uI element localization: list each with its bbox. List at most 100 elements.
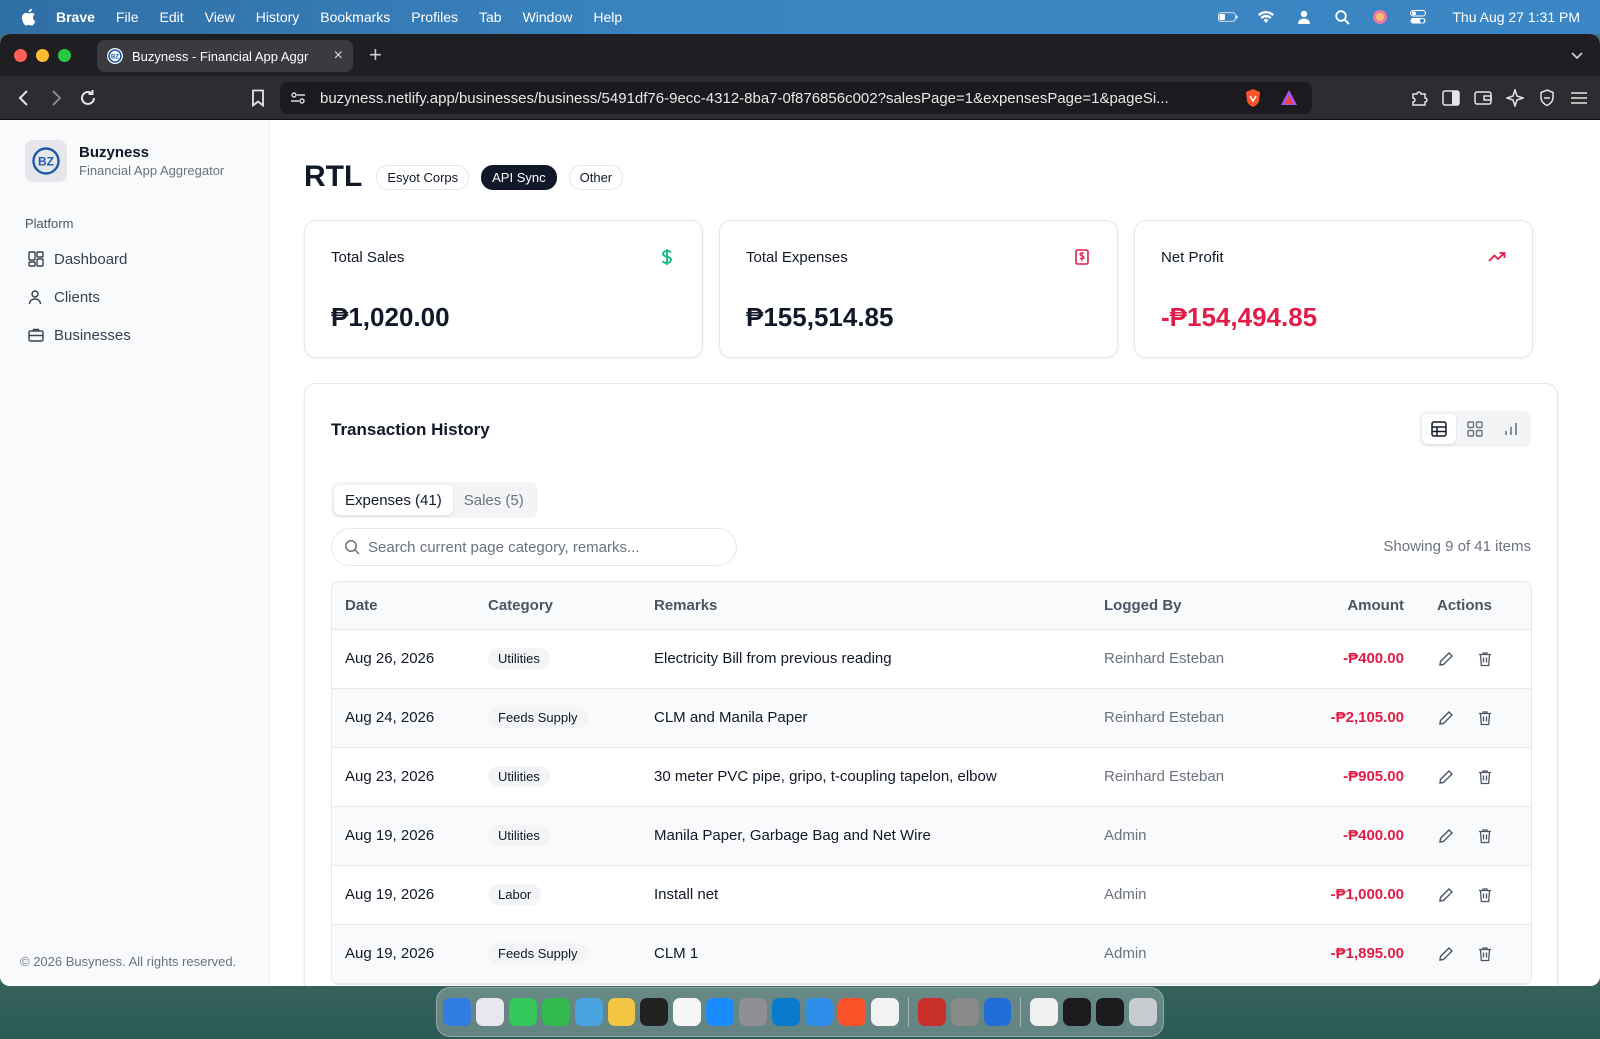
menu-file[interactable]: File (116, 9, 139, 25)
cell-amount: -₱905.00 (1343, 768, 1404, 785)
brave-browser-icon[interactable] (837, 998, 866, 1026)
extensions-puzzle-icon[interactable] (1410, 89, 1428, 107)
menu-help[interactable]: Help (593, 9, 622, 25)
edit-pencil-icon[interactable] (1437, 886, 1455, 904)
back-arrow-icon[interactable] (14, 88, 34, 108)
forward-arrow-icon[interactable] (46, 88, 66, 108)
column-header-date[interactable]: Date (332, 582, 488, 630)
brand[interactable]: BZ Buzyness Financial App Aggregator (25, 140, 269, 182)
sidebar-item-dashboard[interactable]: Dashboard (14, 241, 255, 277)
tab-sales[interactable]: Sales (5) (453, 485, 535, 515)
site-settings-icon[interactable] (290, 90, 306, 106)
brand-subtitle: Financial App Aggregator (79, 163, 225, 178)
delete-trash-icon[interactable] (1476, 709, 1494, 727)
xcode-icon[interactable] (983, 998, 1012, 1026)
reload-icon[interactable] (78, 88, 98, 108)
new-tab-button[interactable]: + (369, 42, 382, 68)
menu-history[interactable]: History (256, 9, 300, 25)
browser-tab-active[interactable]: BZ Buzyness - Financial App Aggr × (97, 40, 353, 72)
battery-icon[interactable] (1218, 9, 1238, 25)
bookmark-icon[interactable] (248, 88, 268, 108)
search-input[interactable] (368, 538, 708, 556)
edit-pencil-icon[interactable] (1437, 709, 1455, 727)
close-window-button[interactable] (14, 48, 27, 62)
vscode-icon[interactable] (772, 998, 800, 1026)
menu-edit[interactable]: Edit (159, 9, 183, 25)
launchpad-icon[interactable] (475, 998, 504, 1026)
chrome-icon[interactable] (870, 998, 899, 1026)
terminal-icon[interactable] (640, 998, 669, 1026)
minimize-window-button[interactable] (36, 48, 49, 62)
siri-icon[interactable] (1370, 9, 1390, 25)
brave-rewards-icon[interactable] (1280, 89, 1298, 107)
menu-brave[interactable]: Brave (56, 9, 95, 25)
chart-view-button[interactable] (1494, 414, 1528, 444)
table-row[interactable]: Aug 19, 2026 Utilities Manila Paper, Gar… (332, 806, 1531, 866)
delete-trash-icon[interactable] (1476, 768, 1494, 786)
user-account-icon[interactable] (1294, 9, 1314, 25)
vpn-shield-icon[interactable] (1538, 89, 1556, 107)
menu-bookmarks[interactable]: Bookmarks (320, 9, 390, 25)
facetime-icon[interactable] (541, 998, 570, 1026)
edit-pencil-icon[interactable] (1437, 827, 1455, 845)
table-row[interactable]: Aug 19, 2026 Feeds Supply CLM 1 Admin -₱… (332, 924, 1531, 984)
cell-date: Aug 19, 2026 (332, 865, 488, 925)
tab-search-chevron-icon[interactable] (1570, 47, 1584, 63)
wallet-icon[interactable] (1474, 89, 1492, 107)
menu-view[interactable]: View (205, 9, 235, 25)
sidebar-toggle-icon[interactable] (1442, 89, 1460, 107)
table-row[interactable]: Aug 23, 2026 Utilities 30 meter PVC pipe… (332, 747, 1531, 807)
edit-pencil-icon[interactable] (1437, 945, 1455, 963)
tab-expenses[interactable]: Expenses (41) (334, 485, 453, 515)
minimized-window-icon[interactable] (1063, 998, 1092, 1026)
window-controls (14, 48, 71, 62)
edit-pencil-icon[interactable] (1437, 768, 1455, 786)
delete-trash-icon[interactable] (1476, 827, 1494, 845)
brave-shields-icon[interactable] (1244, 88, 1262, 108)
delete-trash-icon[interactable] (1476, 945, 1494, 963)
maps-icon[interactable] (574, 998, 603, 1026)
column-header-amount[interactable]: Amount (1264, 582, 1404, 630)
photos-icon[interactable] (607, 998, 636, 1026)
maximize-window-button[interactable] (58, 48, 71, 62)
safari-icon[interactable] (804, 998, 833, 1026)
spotlight-search-icon[interactable] (1332, 9, 1352, 25)
menu-profiles[interactable]: Profiles (411, 9, 458, 25)
menubar-clock[interactable]: Thu Aug 27 1:31 PM (1452, 9, 1580, 25)
notes-icon[interactable] (673, 998, 702, 1026)
delete-trash-icon[interactable] (1476, 886, 1494, 904)
system-settings-icon[interactable] (739, 998, 768, 1026)
cell-amount: -₱400.00 (1343, 650, 1404, 667)
edit-pencil-icon[interactable] (1437, 650, 1455, 668)
table-view-button[interactable] (1422, 414, 1456, 444)
address-bar[interactable]: buzyness.netlify.app/businesses/business… (280, 82, 1312, 114)
table-row[interactable]: Aug 26, 2026 Utilities Electricity Bill … (332, 629, 1531, 689)
control-center-icon[interactable] (1408, 9, 1428, 25)
messages-icon[interactable] (508, 998, 537, 1026)
close-tab-icon[interactable]: × (334, 47, 343, 65)
table-row[interactable]: Aug 24, 2026 Feeds Supply CLM and Manila… (332, 688, 1531, 748)
column-header-logged-by[interactable]: Logged By (1104, 582, 1264, 630)
app-store-icon[interactable] (706, 998, 735, 1026)
url-text[interactable]: buzyness.netlify.app/businesses/business… (320, 90, 1232, 107)
table-row[interactable]: Aug 19, 2026 Labor Install net Admin -₱1… (332, 865, 1531, 925)
sidebar-item-clients[interactable]: Clients (14, 279, 255, 315)
apple-menu-icon[interactable] (20, 8, 38, 26)
calculator-icon[interactable] (950, 998, 979, 1026)
cell-amount: -₱400.00 (1343, 827, 1404, 844)
delete-trash-icon[interactable] (1476, 650, 1494, 668)
finder-icon[interactable] (443, 998, 471, 1026)
hamburger-menu-icon[interactable] (1570, 89, 1588, 107)
wifi-icon[interactable] (1256, 9, 1276, 25)
minimized-window-icon[interactable] (1096, 998, 1125, 1026)
menu-window[interactable]: Window (523, 9, 573, 25)
document-icon[interactable] (1030, 998, 1059, 1026)
menu-tab[interactable]: Tab (479, 9, 502, 25)
trash-icon[interactable] (1129, 998, 1158, 1026)
column-header-remarks[interactable]: Remarks (654, 582, 1104, 630)
column-header-category[interactable]: Category (488, 582, 654, 630)
sidebar-item-businesses[interactable]: Businesses (14, 317, 255, 353)
grid-view-button[interactable] (1458, 414, 1492, 444)
leo-ai-icon[interactable] (1506, 89, 1524, 107)
dictionary-icon[interactable] (917, 998, 946, 1026)
